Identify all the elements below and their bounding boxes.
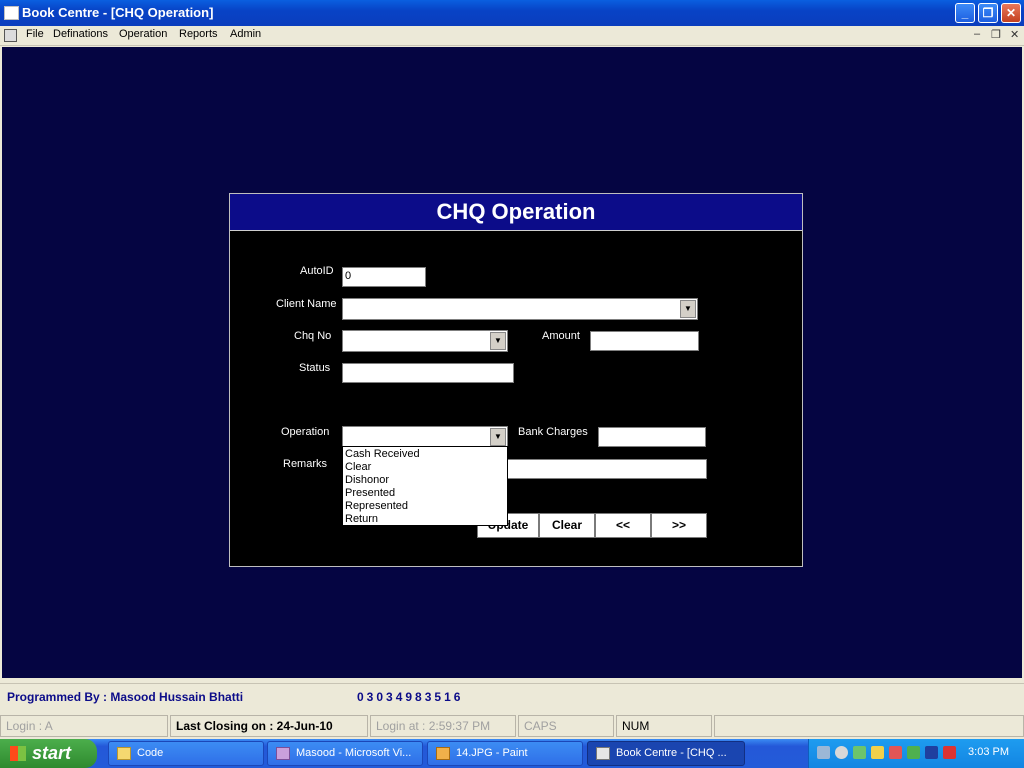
autoid-label: AutoID	[300, 265, 334, 277]
bank-charges-field[interactable]	[598, 427, 706, 447]
status-label: Status	[299, 362, 331, 374]
tray-icon[interactable]	[871, 746, 884, 759]
window-title: Book Centre - [CHQ Operation]	[22, 5, 214, 20]
windows-logo-icon	[10, 746, 26, 761]
previous-button[interactable]: <<	[595, 513, 651, 538]
task-visual-studio[interactable]: Masood - Microsoft Vi...	[267, 741, 423, 766]
chq-no-label: Chq No	[294, 330, 332, 342]
menu-file[interactable]: File	[26, 28, 44, 40]
shield-icon[interactable]	[943, 746, 956, 759]
title-bar: Book Centre - [CHQ Operation] _ ❐ ✕	[0, 0, 1024, 26]
client-name-label: Client Name	[276, 298, 337, 310]
remarks-label: Remarks	[283, 458, 328, 470]
network-icon[interactable]	[817, 746, 830, 759]
mdi-child-icon[interactable]	[4, 29, 17, 42]
close-button[interactable]: ✕	[1001, 3, 1021, 23]
task-label: 14.JPG - Paint	[456, 747, 528, 759]
programmer-phone: 03034983516	[357, 690, 464, 704]
tray-icon[interactable]	[853, 746, 866, 759]
status-caps: CAPS	[518, 715, 614, 737]
tray-icon[interactable]	[835, 746, 848, 759]
status-empty-panel	[714, 715, 1024, 737]
clock: 3:03 PM	[968, 746, 1009, 758]
option-clear[interactable]: Clear	[345, 461, 371, 473]
option-cash-received[interactable]: Cash Received	[345, 448, 420, 460]
status-login: Login : A	[0, 715, 168, 737]
app-icon[interactable]	[4, 6, 19, 20]
menu-operation[interactable]: Operation	[119, 28, 167, 40]
programmer-credit: Programmed By : Masood Hussain Bhatti	[7, 690, 244, 704]
paint-icon	[436, 747, 450, 760]
status-bar: Login : A Last Closing on : 24-Jun-10 Lo…	[0, 712, 1024, 739]
option-represented[interactable]: Represented	[345, 500, 408, 512]
option-presented[interactable]: Presented	[345, 487, 395, 499]
operation-label: Operation	[281, 426, 330, 438]
menu-admin[interactable]: Admin	[230, 28, 261, 40]
operation-combo[interactable]: ▼	[342, 426, 508, 448]
autoid-field[interactable]: 0	[342, 267, 426, 287]
taskbar: start Code Masood - Microsoft Vi... 14.J…	[0, 739, 1024, 768]
form-title: CHQ Operation	[230, 194, 802, 231]
task-label: Book Centre - [CHQ ...	[616, 747, 727, 759]
next-button[interactable]: >>	[651, 513, 707, 538]
chevron-down-icon[interactable]: ▼	[490, 428, 506, 446]
chq-operation-form: CHQ Operation AutoID 0 Client Name ▼ Chq…	[229, 193, 803, 567]
menu-bar: File Definations Operation Reports Admin…	[0, 26, 1024, 46]
status-last-closing: Last Closing on : 24-Jun-10	[170, 715, 368, 737]
mdi-restore-button[interactable]: ❐	[991, 28, 1001, 41]
task-label: Masood - Microsoft Vi...	[296, 747, 412, 759]
task-paint[interactable]: 14.JPG - Paint	[427, 741, 583, 766]
system-tray: 3:03 PM	[808, 739, 1024, 768]
menu-reports[interactable]: Reports	[179, 28, 218, 40]
operation-dropdown-list: Cash Received Clear Dishonor Presented R…	[342, 446, 508, 526]
chq-no-combo[interactable]: ▼	[342, 330, 508, 352]
app-icon	[596, 747, 610, 760]
chevron-down-icon[interactable]: ▼	[490, 332, 506, 350]
status-num: NUM	[616, 715, 712, 737]
clear-button[interactable]: Clear	[539, 513, 595, 538]
status-field[interactable]	[342, 363, 514, 383]
amount-field[interactable]	[590, 331, 699, 351]
remarks-field[interactable]	[506, 459, 707, 479]
option-return[interactable]: Return	[345, 513, 378, 525]
task-code[interactable]: Code	[108, 741, 264, 766]
mdi-close-button[interactable]: ✕	[1010, 28, 1019, 41]
tray-icon[interactable]	[925, 746, 938, 759]
start-label: start	[32, 743, 72, 763]
amount-label: Amount	[542, 330, 580, 342]
folder-icon	[117, 747, 131, 760]
client-name-combo[interactable]: ▼	[342, 298, 698, 320]
tray-icon[interactable]	[889, 746, 902, 759]
app-icon	[276, 747, 290, 760]
task-book-centre[interactable]: Book Centre - [CHQ ...	[587, 741, 745, 766]
minimize-button[interactable]: _	[955, 3, 975, 23]
mdi-minimize-button[interactable]: –	[974, 28, 980, 40]
menu-definations[interactable]: Definations	[53, 28, 108, 40]
restore-button[interactable]: ❐	[978, 3, 998, 23]
programmer-bar: Programmed By : Masood Hussain Bhatti 03…	[0, 683, 1024, 711]
tray-icon[interactable]	[907, 746, 920, 759]
start-button[interactable]: start	[0, 739, 97, 768]
task-label: Code	[137, 747, 164, 759]
status-login-at: Login at : 2:59:37 PM	[370, 715, 516, 737]
chevron-down-icon[interactable]: ▼	[680, 300, 696, 318]
option-dishonor[interactable]: Dishonor	[345, 474, 389, 486]
bank-charges-label: Bank Charges	[518, 426, 588, 438]
